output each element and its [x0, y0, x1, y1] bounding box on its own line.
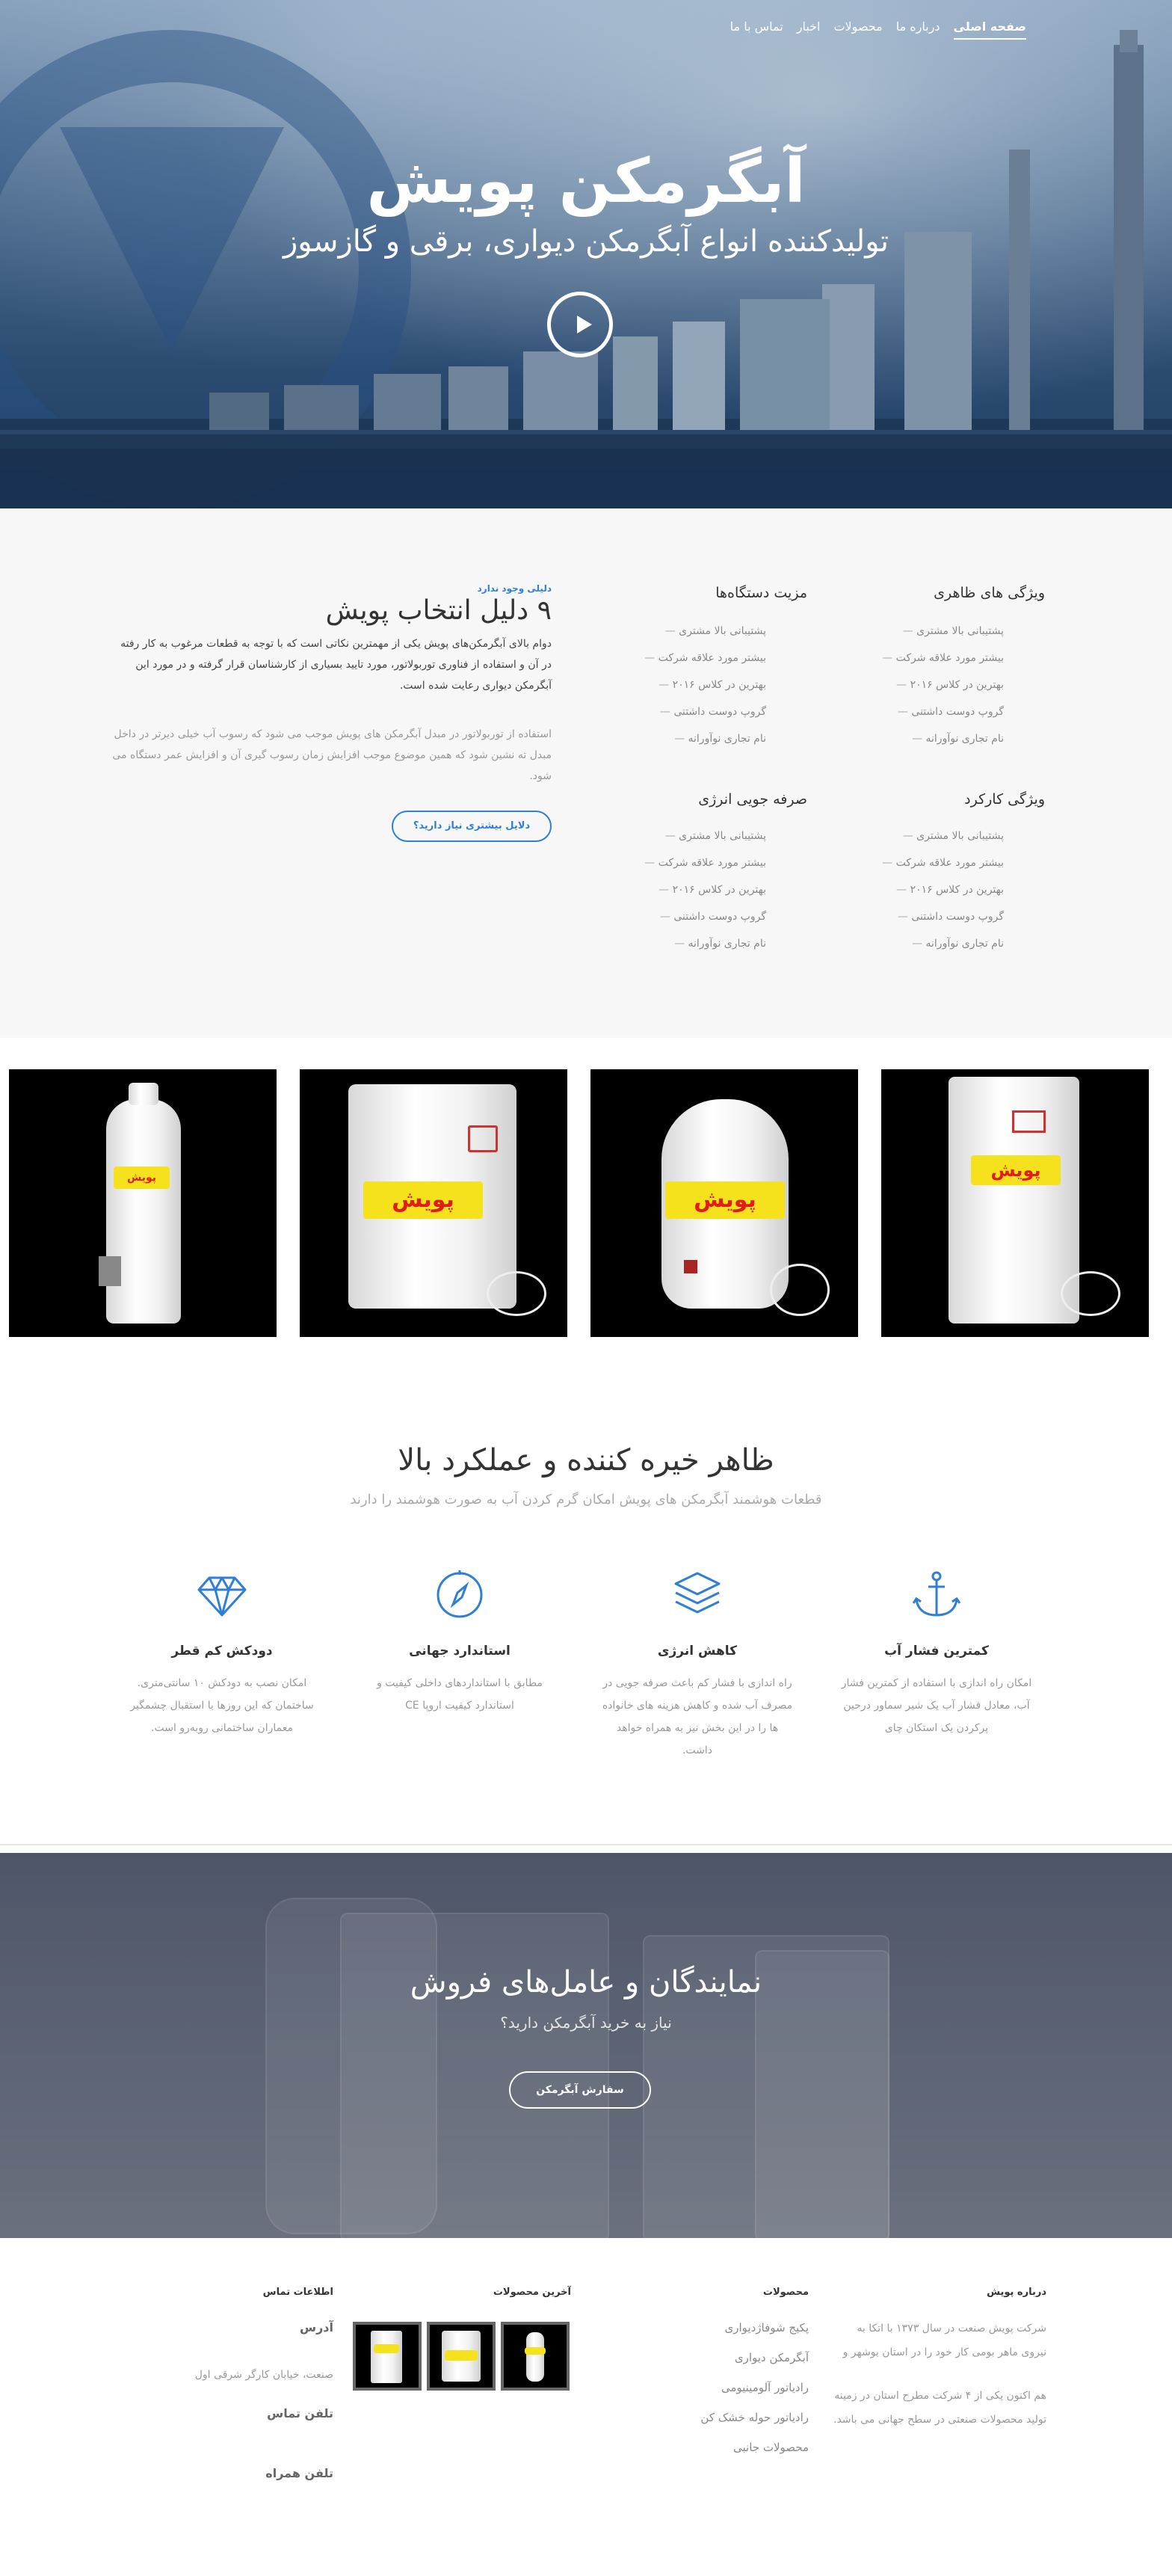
list-item: بیشتر مورد علاقه شرکت	[602, 849, 766, 876]
list-item: بیشتر مورد علاقه شرکت	[839, 645, 1004, 671]
compass-icon	[437, 1570, 483, 1618]
footer-link[interactable]: پکیج شوفاژدیواری	[644, 2313, 809, 2343]
latest-product-thumb[interactable]	[427, 2322, 496, 2391]
advantages-title: ظاهر خیره کننده و عملکرد بالا	[398, 1443, 774, 1478]
list-item: گروپ دوست داشتنی	[839, 903, 1004, 930]
advantage-text: امکان راه اندازی با استفاده از کمترین فش…	[841, 1677, 1032, 1734]
list-item: گروپ دوست داشتنی	[602, 903, 766, 930]
eyebrow-text: دلیلی وجود ندارد	[477, 583, 552, 594]
footer-address-label: آدرس	[300, 2320, 333, 2334]
footer-link[interactable]: آبگرمکن دیواری	[644, 2343, 809, 2373]
feature-col-title: مزیت دستگاه‌ها	[715, 585, 807, 601]
footer-address-value: صنعت، خیابان کارگر شرقی اول	[194, 2369, 333, 2381]
diamond-icon	[197, 1576, 247, 1617]
footer-link[interactable]: رادیاتور آلومینیومی	[644, 2373, 809, 2403]
main-nav: صفحه اصلی درباره ما محصولات اخبار تماس ب…	[730, 19, 1026, 40]
list-item: پشتیبانی بالا مشتری	[602, 823, 766, 849]
list-item: گروپ دوست داشتنی	[602, 698, 766, 725]
feature-col-list: پشتیبانی بالا مشتری بیشتر مورد علاقه شرک…	[839, 823, 1004, 957]
dealers-title: نمایندگان و عامل‌های فروش	[410, 1965, 762, 1999]
list-item: پشتیبانی بالا مشتری	[839, 823, 1004, 849]
feature-col-list: پشتیبانی بالا مشتری بیشتر مورد علاقه شرک…	[839, 618, 1004, 752]
product-image-gas-heater[interactable]: پویش	[9, 1069, 277, 1337]
layers-icon	[674, 1572, 721, 1614]
product-label: پویش	[114, 1166, 170, 1189]
nav-products[interactable]: محصولات	[833, 19, 882, 40]
list-item: نام تجاری نوآورانه	[602, 725, 766, 752]
feature-col-title: ویژگی کارکرد	[964, 791, 1045, 808]
footer-mobile-label: تلفن همراه	[265, 2466, 333, 2480]
product-label: پویش	[665, 1181, 785, 1219]
footer-about-text-2: هم اکنون یکی از ۴ شرکت مطرح استان در زمی…	[833, 2390, 1046, 2426]
advantage-title: استاندارد جهانی	[409, 1644, 511, 1659]
list-item: بهترین در کلاس ۲۰۱۶	[839, 876, 1004, 903]
footer-latest-heading: آخرین محصولات	[493, 2287, 571, 2298]
advantages-subtitle: قطعات هوشمند آبگرمکن های پویش امکان گرم …	[350, 1492, 822, 1507]
product-image-cylinder-heater[interactable]: پویش	[590, 1069, 858, 1337]
list-item: بیشتر مورد علاقه شرکت	[602, 645, 766, 671]
feature-col-list: پشتیبانی بالا مشتری بیشتر مورد علاقه شرک…	[602, 618, 766, 752]
dealers-subtitle: نیاز به خرید آبگرمکن دارید؟	[500, 2014, 672, 2032]
footer-about-text-1: شرکت پویش صنعت در سال ۱۳۷۳ با اتکا به نی…	[842, 2323, 1046, 2358]
advantage-text: امکان نصب به دودکش ۱۰ سانتی‌متری. ساختما…	[130, 1677, 314, 1734]
list-item: نام تجاری نوآورانه	[839, 725, 1004, 752]
advantage-title: دودکش کم قطر	[171, 1644, 273, 1659]
reasons-paragraph-2: استفاده از توربولاتور در مبدل آبگرمکن ها…	[112, 728, 552, 782]
feature-col-list: پشتیبانی بالا مشتری بیشتر مورد علاقه شرک…	[602, 823, 766, 957]
reasons-heading: ۹ دلیل انتخاب پویش	[325, 595, 552, 626]
footer-contact-heading: اطلاعات تماس	[262, 2287, 333, 2298]
list-item: پشتیبانی بالا مشتری	[602, 618, 766, 645]
footer-products-heading: محصولات	[762, 2287, 809, 2298]
feature-col-title: صرفه جویی انرژی	[698, 791, 807, 808]
feature-col-title: ویژگی های ظاهری	[934, 585, 1045, 601]
latest-product-thumb[interactable]	[353, 2322, 422, 2391]
footer-link[interactable]: رادیاتور حوله خشک کن	[644, 2403, 809, 2432]
nav-news[interactable]: اخبار	[797, 19, 821, 40]
section-divider	[0, 1844, 1172, 1845]
footer-about-heading: درباره پویش	[987, 2287, 1046, 2298]
features-section: ویژگی های ظاهری پشتیبانی بالا مشتری بیشت…	[0, 508, 1172, 1038]
list-item: نام تجاری نوآورانه	[839, 930, 1004, 957]
list-item: گروپ دوست داشتنی	[839, 698, 1004, 725]
more-reasons-button[interactable]: دلایل بیشتری نیاز دارید؟	[392, 811, 552, 842]
footer-phone-label: تلفن تماس	[267, 2406, 333, 2420]
advantage-text: مطابق با استانداردهای داخلی کیفیت و استا…	[377, 1677, 543, 1712]
list-item: بهترین در کلاس ۲۰۱۶	[602, 876, 766, 903]
hero-subtitle: تولیدکننده انواع آبگرمکن دیواری، برقی و …	[283, 224, 889, 259]
list-item: پشتیبانی بالا مشتری	[839, 618, 1004, 645]
order-heater-button[interactable]: سفارش آبگرمکن	[509, 2071, 651, 2109]
list-item: بهترین در کلاس ۲۰۱۶	[602, 671, 766, 698]
reasons-paragraph-1: دوام بالای آبگرمکن‌های پویش یکی از مهمتر…	[120, 638, 552, 692]
advantage-title: کاهش انرژی	[657, 1644, 738, 1659]
hero-section: صفحه اصلی درباره ما محصولات اخبار تماس ب…	[0, 0, 1172, 508]
hero-title: آبگرمکن پویش	[366, 146, 806, 217]
footer-link[interactable]: محصولات جانبی	[644, 2432, 809, 2462]
latest-product-thumb[interactable]	[501, 2322, 570, 2391]
product-label: پویش	[363, 1181, 483, 1219]
advantage-title: کمترین فشار آب	[884, 1644, 989, 1659]
product-image-box-heater[interactable]: پویش	[300, 1069, 567, 1337]
play-video-button[interactable]	[547, 292, 613, 357]
nav-contact[interactable]: تماس با ما	[730, 19, 783, 40]
nav-home[interactable]: صفحه اصلی	[953, 19, 1026, 40]
list-item: بهترین در کلاس ۲۰۱۶	[839, 671, 1004, 698]
dealers-section: نمایندگان و عامل‌های فروش نیاز به خرید آ…	[0, 1853, 1172, 2238]
product-image-wall-heater[interactable]: پویش	[881, 1069, 1149, 1337]
list-item: نام تجاری نوآورانه	[602, 930, 766, 957]
anchor-icon	[912, 1571, 961, 1617]
product-label: پویش	[971, 1155, 1061, 1185]
nav-about[interactable]: درباره ما	[896, 19, 940, 40]
footer-products-list: پکیج شوفاژدیواری آبگرمکن دیواری رادیاتور…	[644, 2313, 809, 2462]
list-item: بیشتر مورد علاقه شرکت	[839, 849, 1004, 876]
advantage-text: راه اندازی با فشار کم باعث صرفه جویی در …	[602, 1677, 793, 1756]
